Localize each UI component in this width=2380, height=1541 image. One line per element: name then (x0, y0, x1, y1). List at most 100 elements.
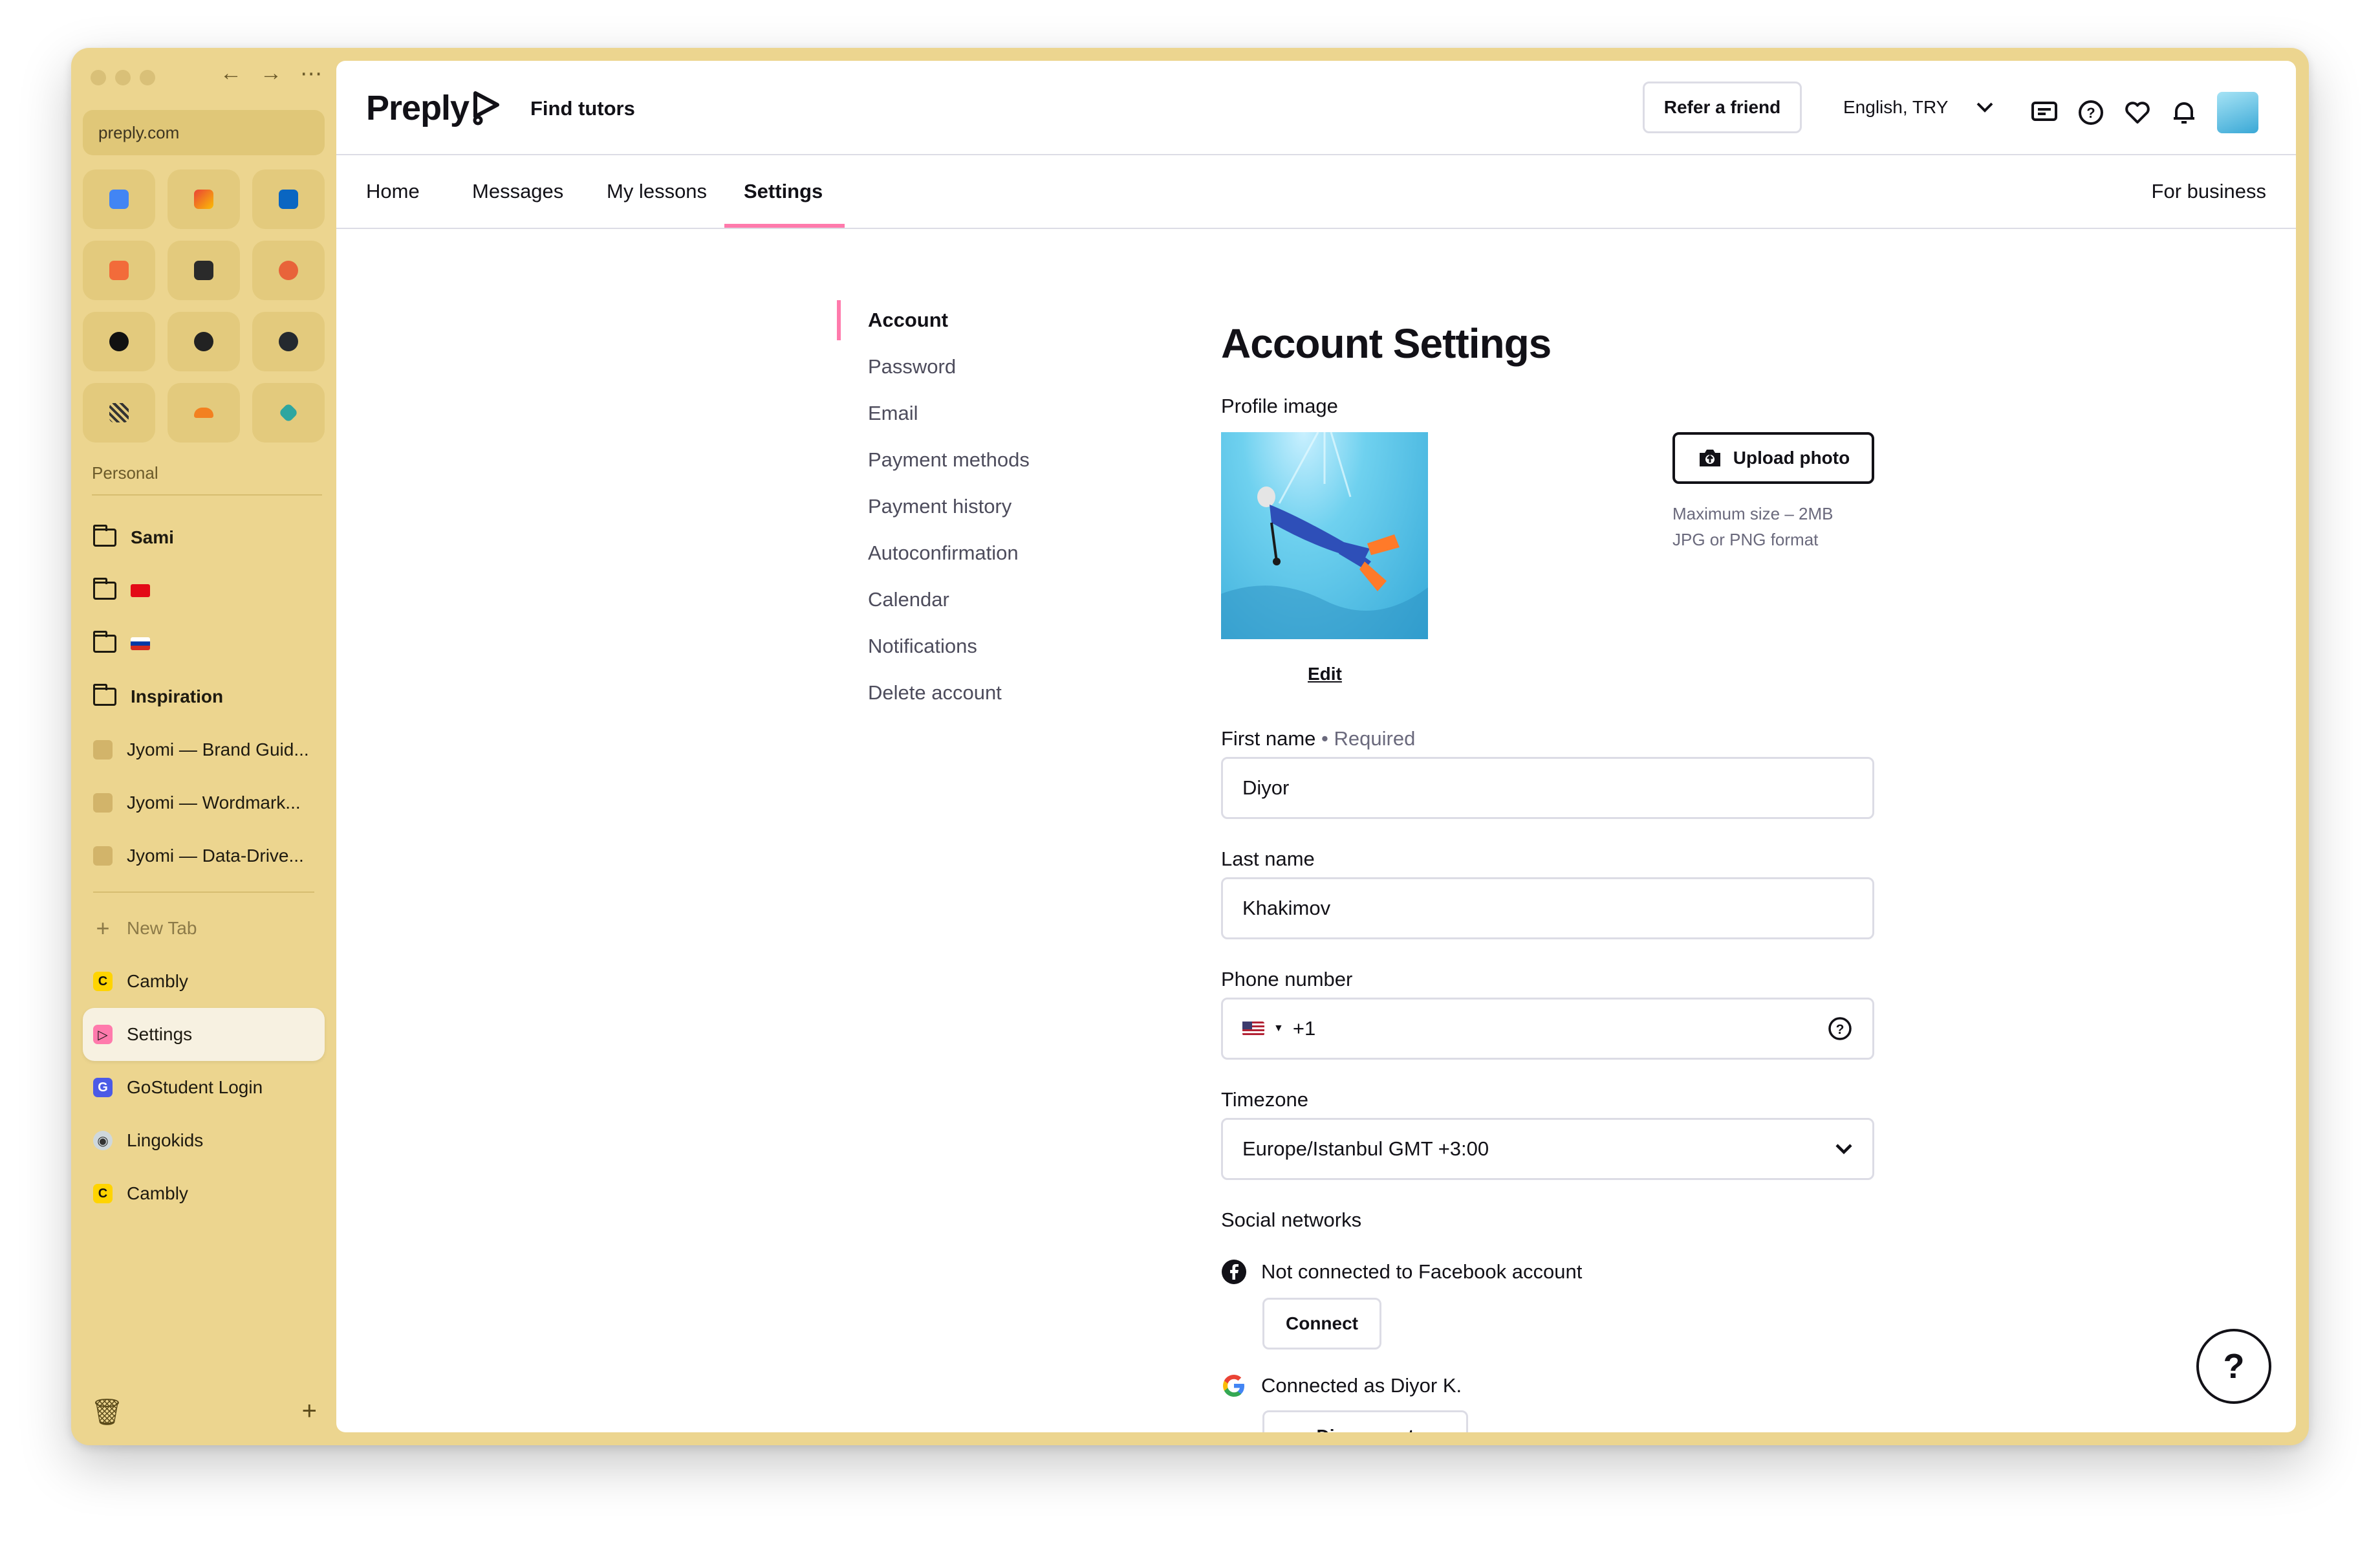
messages-icon[interactable] (2031, 99, 2058, 126)
pinned-app-3[interactable] (252, 241, 325, 300)
help-chat-button[interactable]: ? (2196, 1329, 2271, 1404)
forward-icon[interactable]: → (260, 61, 282, 87)
connect-facebook-button[interactable]: Connect (1262, 1298, 1381, 1350)
folder-turkey[interactable] (83, 564, 325, 617)
bookmark-item[interactable]: Jyomi — Data-Drive... (83, 829, 325, 882)
menu-email[interactable]: Email (837, 393, 1030, 440)
first-name-label: First name • Required (1221, 727, 1415, 750)
upload-photo-button[interactable]: Upload photo (1672, 432, 1874, 484)
menu-account[interactable]: Account (837, 300, 1030, 347)
more-icon[interactable]: ⋯ (300, 61, 322, 87)
menu-notifications[interactable]: Notifications (837, 626, 1030, 673)
bookmark-item[interactable]: Jyomi — Brand Guid... (83, 723, 325, 776)
menu-payment-methods[interactable]: Payment methods (837, 440, 1030, 486)
for-business-link[interactable]: For business (2152, 180, 2266, 203)
github-icon (279, 332, 298, 351)
close-window-button[interactable] (91, 70, 106, 85)
menu-payment-history[interactable]: Payment history (837, 486, 1030, 533)
folder-russia[interactable] (83, 617, 325, 670)
pinned-app-1[interactable] (83, 241, 155, 300)
last-name-field[interactable]: Khakimov (1221, 877, 1874, 939)
help-icon[interactable]: ? (2077, 99, 2104, 126)
facebook-row: Not connected to Facebook account (1221, 1259, 1582, 1285)
phone-field[interactable]: ▼ +1 ? (1221, 998, 1874, 1060)
first-name-field[interactable]: Diyor (1221, 757, 1874, 819)
pinned-gmail[interactable] (168, 169, 240, 229)
new-tab-button[interactable]: + New Tab (83, 902, 325, 955)
heart-icon[interactable] (2124, 99, 2151, 126)
cambly-icon: C (93, 972, 113, 991)
language-currency-selector[interactable]: English, TRY (1843, 97, 1993, 118)
page-icon (93, 793, 113, 813)
tab-my-lessons[interactable]: My lessons (607, 180, 707, 203)
folder-inspiration[interactable]: Inspiration (83, 670, 325, 723)
menu-delete-account[interactable]: Delete account (837, 673, 1030, 719)
pinned-app-5[interactable] (168, 312, 240, 371)
chevron-down-icon (1835, 1144, 1852, 1155)
pinned-calendar[interactable] (83, 169, 155, 229)
plus-icon: + (96, 915, 110, 941)
add-icon[interactable]: + (302, 1397, 317, 1427)
pinned-app-6[interactable] (83, 383, 155, 443)
pinned-app-4[interactable] (83, 312, 155, 371)
analytics-icon (109, 261, 129, 280)
pinned-github[interactable] (252, 312, 325, 371)
tab-lingokids[interactable]: ◉ Lingokids (83, 1114, 325, 1167)
tab-cambly[interactable]: C Cambly (83, 955, 325, 1008)
active-menu-indicator (837, 300, 841, 340)
menu-calendar[interactable]: Calendar (837, 580, 1030, 626)
facebook-icon (1222, 1260, 1246, 1284)
zoom-window-button[interactable] (140, 70, 155, 85)
new-tab-label: New Tab (127, 918, 197, 938)
user-avatar[interactable] (2217, 92, 2258, 133)
back-icon[interactable]: ← (220, 61, 242, 87)
svg-text:?: ? (1836, 1022, 1844, 1037)
pinned-app-7[interactable] (168, 383, 240, 443)
profile-image-label: Profile image (1221, 395, 1338, 417)
bookmark-label: Jyomi — Data-Drive... (127, 846, 304, 866)
url-bar[interactable]: preply.com (83, 110, 325, 155)
chat-icon (194, 332, 213, 351)
bell-icon[interactable] (2170, 99, 2198, 126)
tab-settings[interactable]: Settings (744, 180, 823, 203)
timezone-select[interactable]: Europe/Istanbul GMT +3:00 (1221, 1118, 1874, 1180)
bookmark-item[interactable]: Jyomi — Wordmark... (83, 776, 325, 829)
folder-label: Inspiration (131, 686, 224, 706)
refer-friend-button[interactable]: Refer a friend (1643, 82, 1802, 133)
menu-autoconfirmation[interactable]: Autoconfirmation (837, 533, 1030, 580)
edit-photo-link[interactable]: Edit (1308, 664, 1342, 684)
folder-icon (93, 631, 116, 653)
cloudflare-icon (194, 408, 213, 418)
bookmark-label: Jyomi — Brand Guid... (127, 739, 309, 760)
find-tutors-link[interactable]: Find tutors (530, 97, 635, 120)
sidebar-section-label: Personal (92, 463, 158, 483)
diamond-icon (278, 402, 299, 423)
window-controls[interactable] (91, 70, 155, 85)
help-icon[interactable]: ? (1827, 1016, 1853, 1042)
us-flag-icon[interactable] (1242, 1022, 1264, 1036)
tab-cambly-2[interactable]: C Cambly (83, 1167, 325, 1220)
menu-password[interactable]: Password (837, 347, 1030, 393)
logo-text: Preply (366, 89, 470, 127)
folder-label: Sami (131, 527, 174, 547)
minimize-window-button[interactable] (115, 70, 131, 85)
country-dropdown-icon[interactable]: ▼ (1273, 1023, 1284, 1034)
pinned-linkedin[interactable] (252, 169, 325, 229)
phone-label: Phone number (1221, 968, 1353, 990)
folder-sami[interactable]: Sami (83, 511, 325, 564)
main-nav: Home Messages My lessons Settings For bu… (336, 155, 2296, 229)
format-note: JPG or PNG format (1672, 530, 1819, 549)
timezone-value: Europe/Istanbul GMT +3:00 (1242, 1137, 1489, 1160)
pie-icon (279, 261, 298, 280)
tab-gostudent[interactable]: G GoStudent Login (83, 1061, 325, 1114)
tab-home[interactable]: Home (366, 180, 420, 203)
svg-text:?: ? (2086, 105, 2095, 121)
web-content: Preply Find tutors Refer a friend Englis… (336, 61, 2296, 1432)
archive-icon[interactable]: 🗑 (91, 1397, 124, 1427)
pinned-app-2[interactable] (168, 241, 240, 300)
tab-messages[interactable]: Messages (472, 180, 563, 203)
pinned-app-8[interactable] (252, 383, 325, 443)
tab-settings[interactable]: ▷ Settings (83, 1008, 325, 1061)
disconnect-google-button[interactable]: Disconnect (1262, 1410, 1468, 1432)
preply-logo[interactable]: Preply (366, 88, 501, 128)
